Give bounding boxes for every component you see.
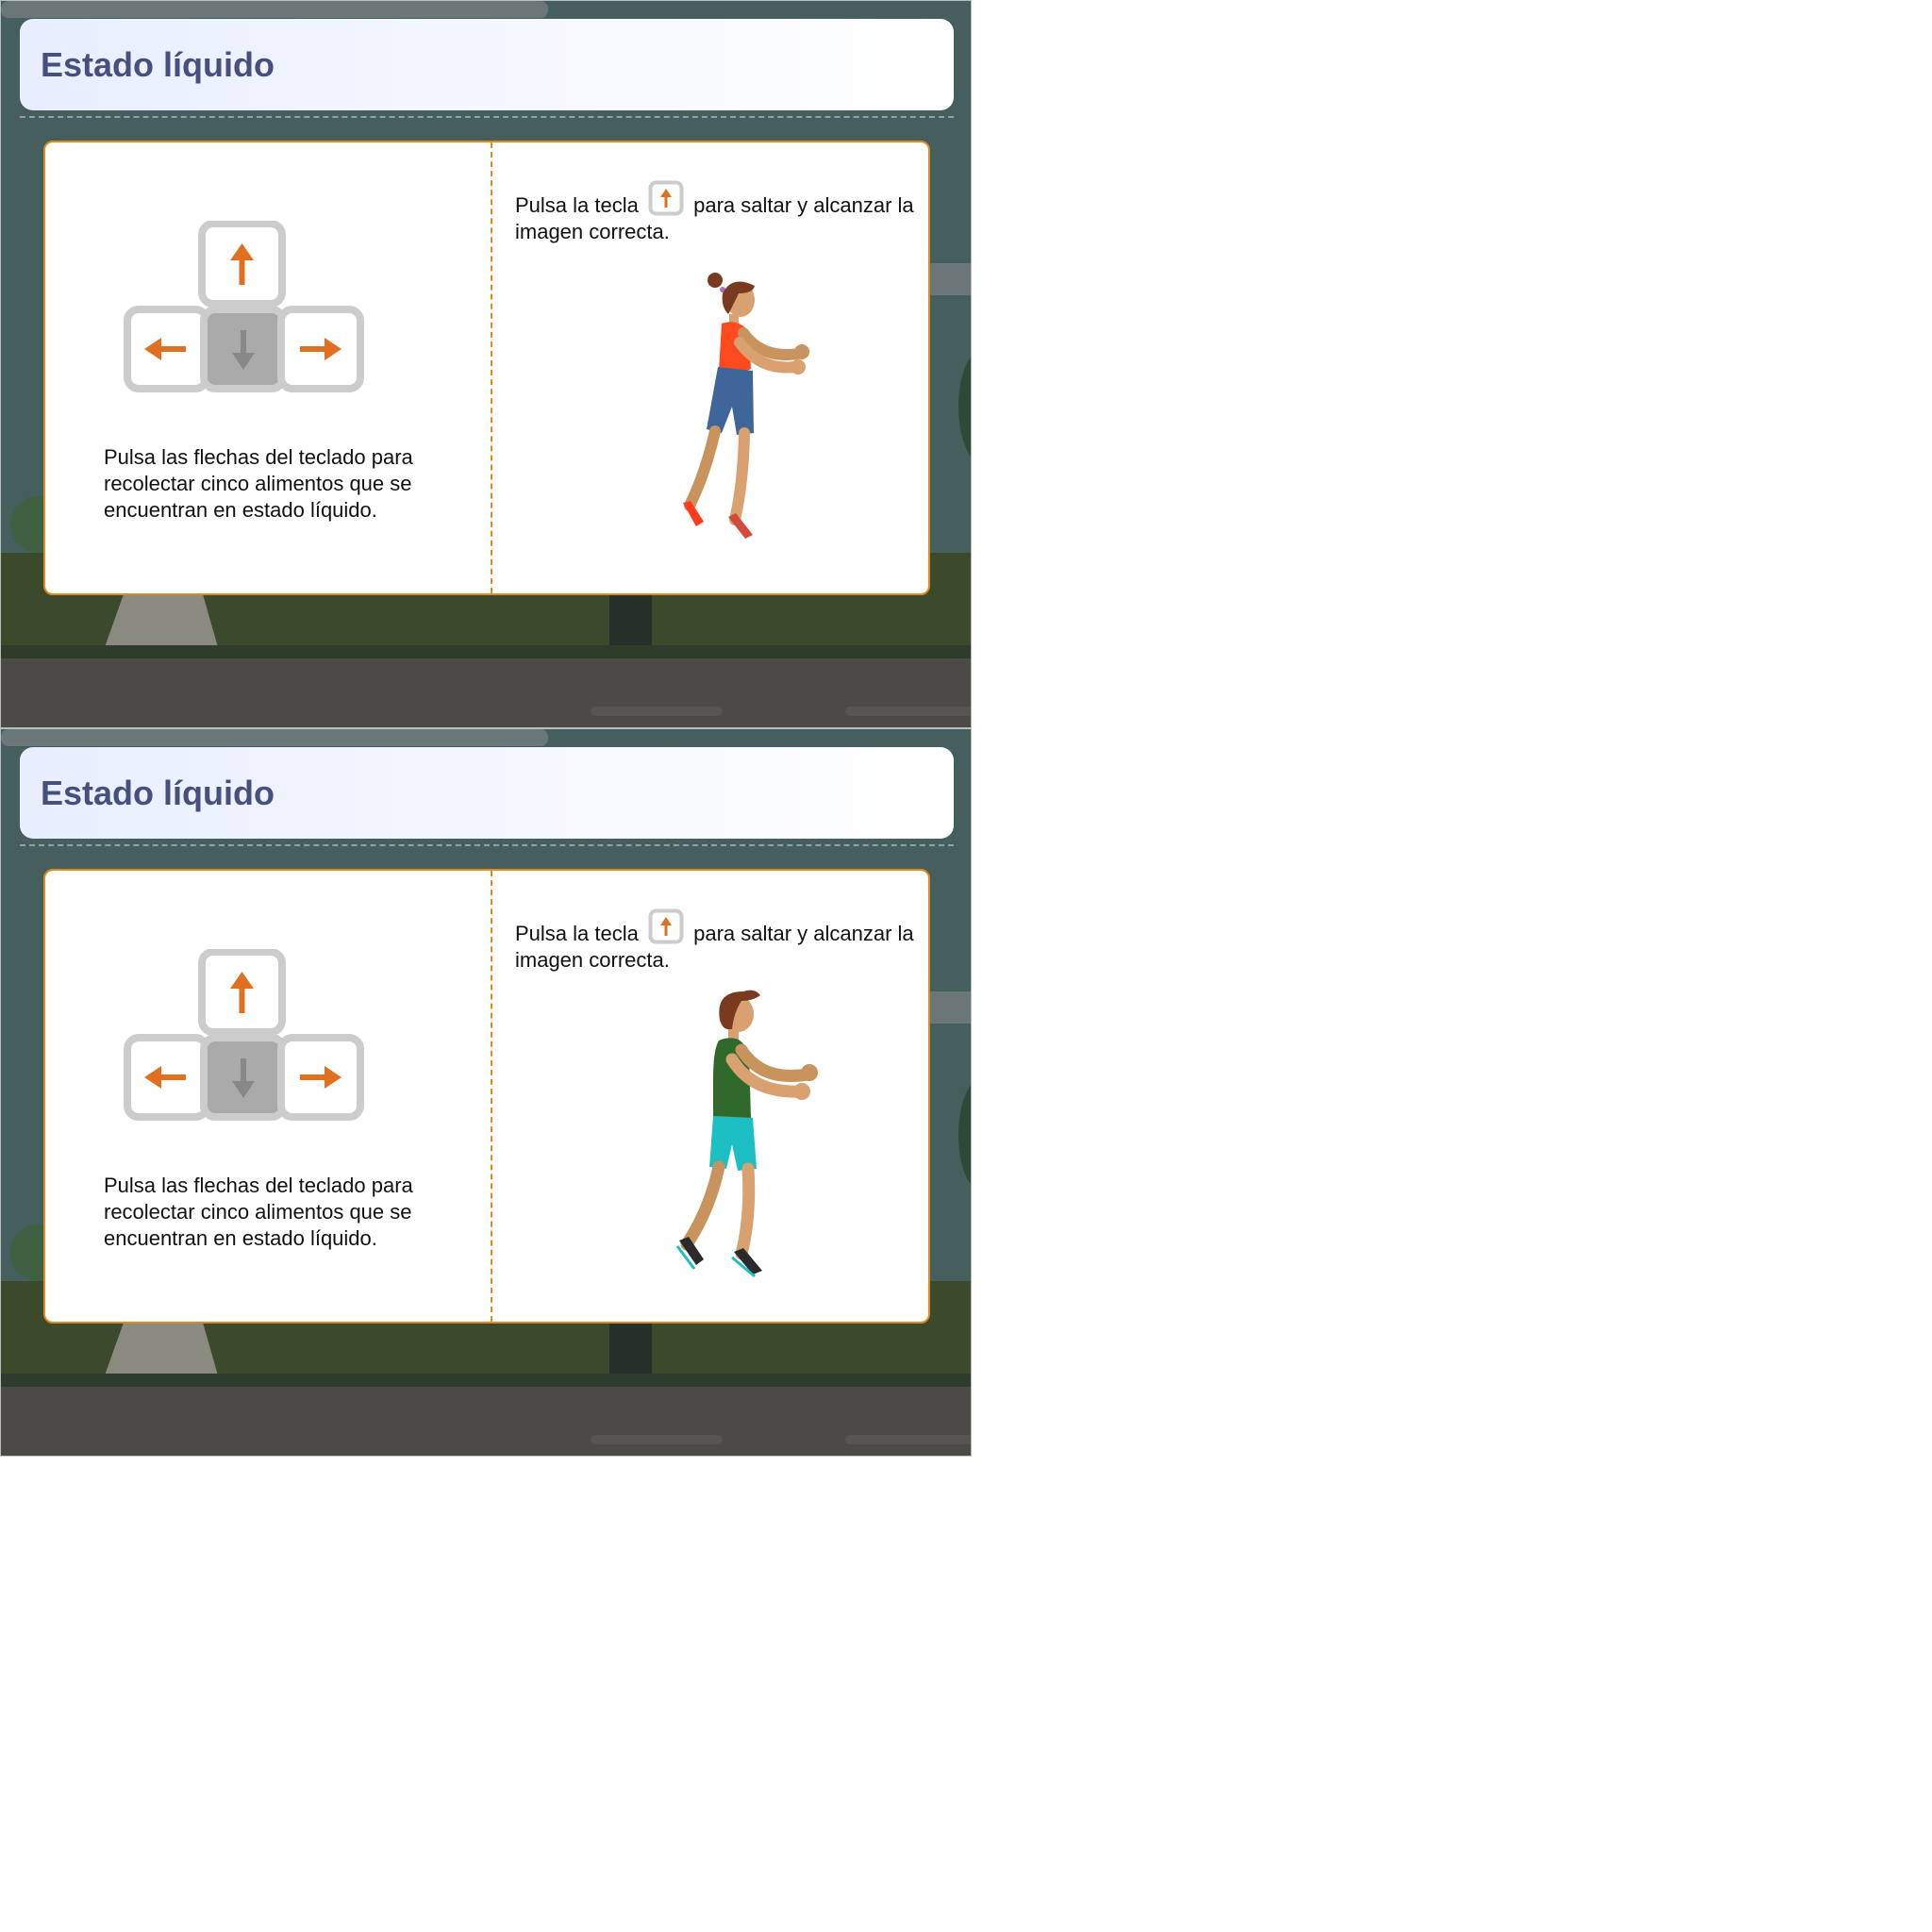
arrow-up-key <box>198 221 286 308</box>
arrow-up-key-inline <box>648 908 684 944</box>
page-title: Estado líquido <box>41 44 275 84</box>
arrow-up-key <box>198 949 286 1036</box>
jump-instruction-start: Pulsa la tecla <box>515 193 639 217</box>
arrows-instruction-text: Pulsa las flechas del teclado para recol… <box>104 1174 413 1250</box>
girl-jumping-icon <box>680 273 809 539</box>
card-divider <box>491 871 492 1322</box>
jump-instruction: Pulsa la tecla para saltar y alcanzar la… <box>515 908 921 974</box>
arrow-left-key <box>124 306 210 392</box>
title-separator <box>20 844 954 846</box>
arrow-keys-illustration <box>124 221 364 392</box>
arrow-down-key <box>200 1034 287 1121</box>
arrow-up-key-inline <box>648 180 684 216</box>
arrows-instruction-text: Pulsa las flechas del teclado para recol… <box>104 445 413 522</box>
title-bar: Estado líquido <box>20 747 954 839</box>
arrow-right-key <box>277 1034 364 1121</box>
arrow-left-key <box>124 1034 210 1121</box>
jump-instruction-start: Pulsa la tecla <box>515 922 639 945</box>
jump-instruction: Pulsa la tecla para saltar y alcanzar la… <box>515 180 921 245</box>
title-separator <box>20 116 954 118</box>
arrow-keys-illustration <box>124 949 364 1121</box>
instruction-slide-1: Estado líquido Pulsa las flechas del tec… <box>0 0 972 728</box>
page-title: Estado líquido <box>41 773 275 812</box>
instruction-slide-2: Estado líquido Pulsa las flechas del tec… <box>0 728 972 1457</box>
arrow-down-key <box>200 306 287 392</box>
boy-jumping-icon <box>675 990 818 1278</box>
title-bar: Estado líquido <box>20 19 954 110</box>
instruction-card: Pulsa las flechas del teclado para recol… <box>43 141 930 595</box>
arrow-right-key <box>277 306 364 392</box>
card-divider <box>491 142 492 593</box>
instruction-card: Pulsa las flechas del teclado para recol… <box>43 869 930 1324</box>
